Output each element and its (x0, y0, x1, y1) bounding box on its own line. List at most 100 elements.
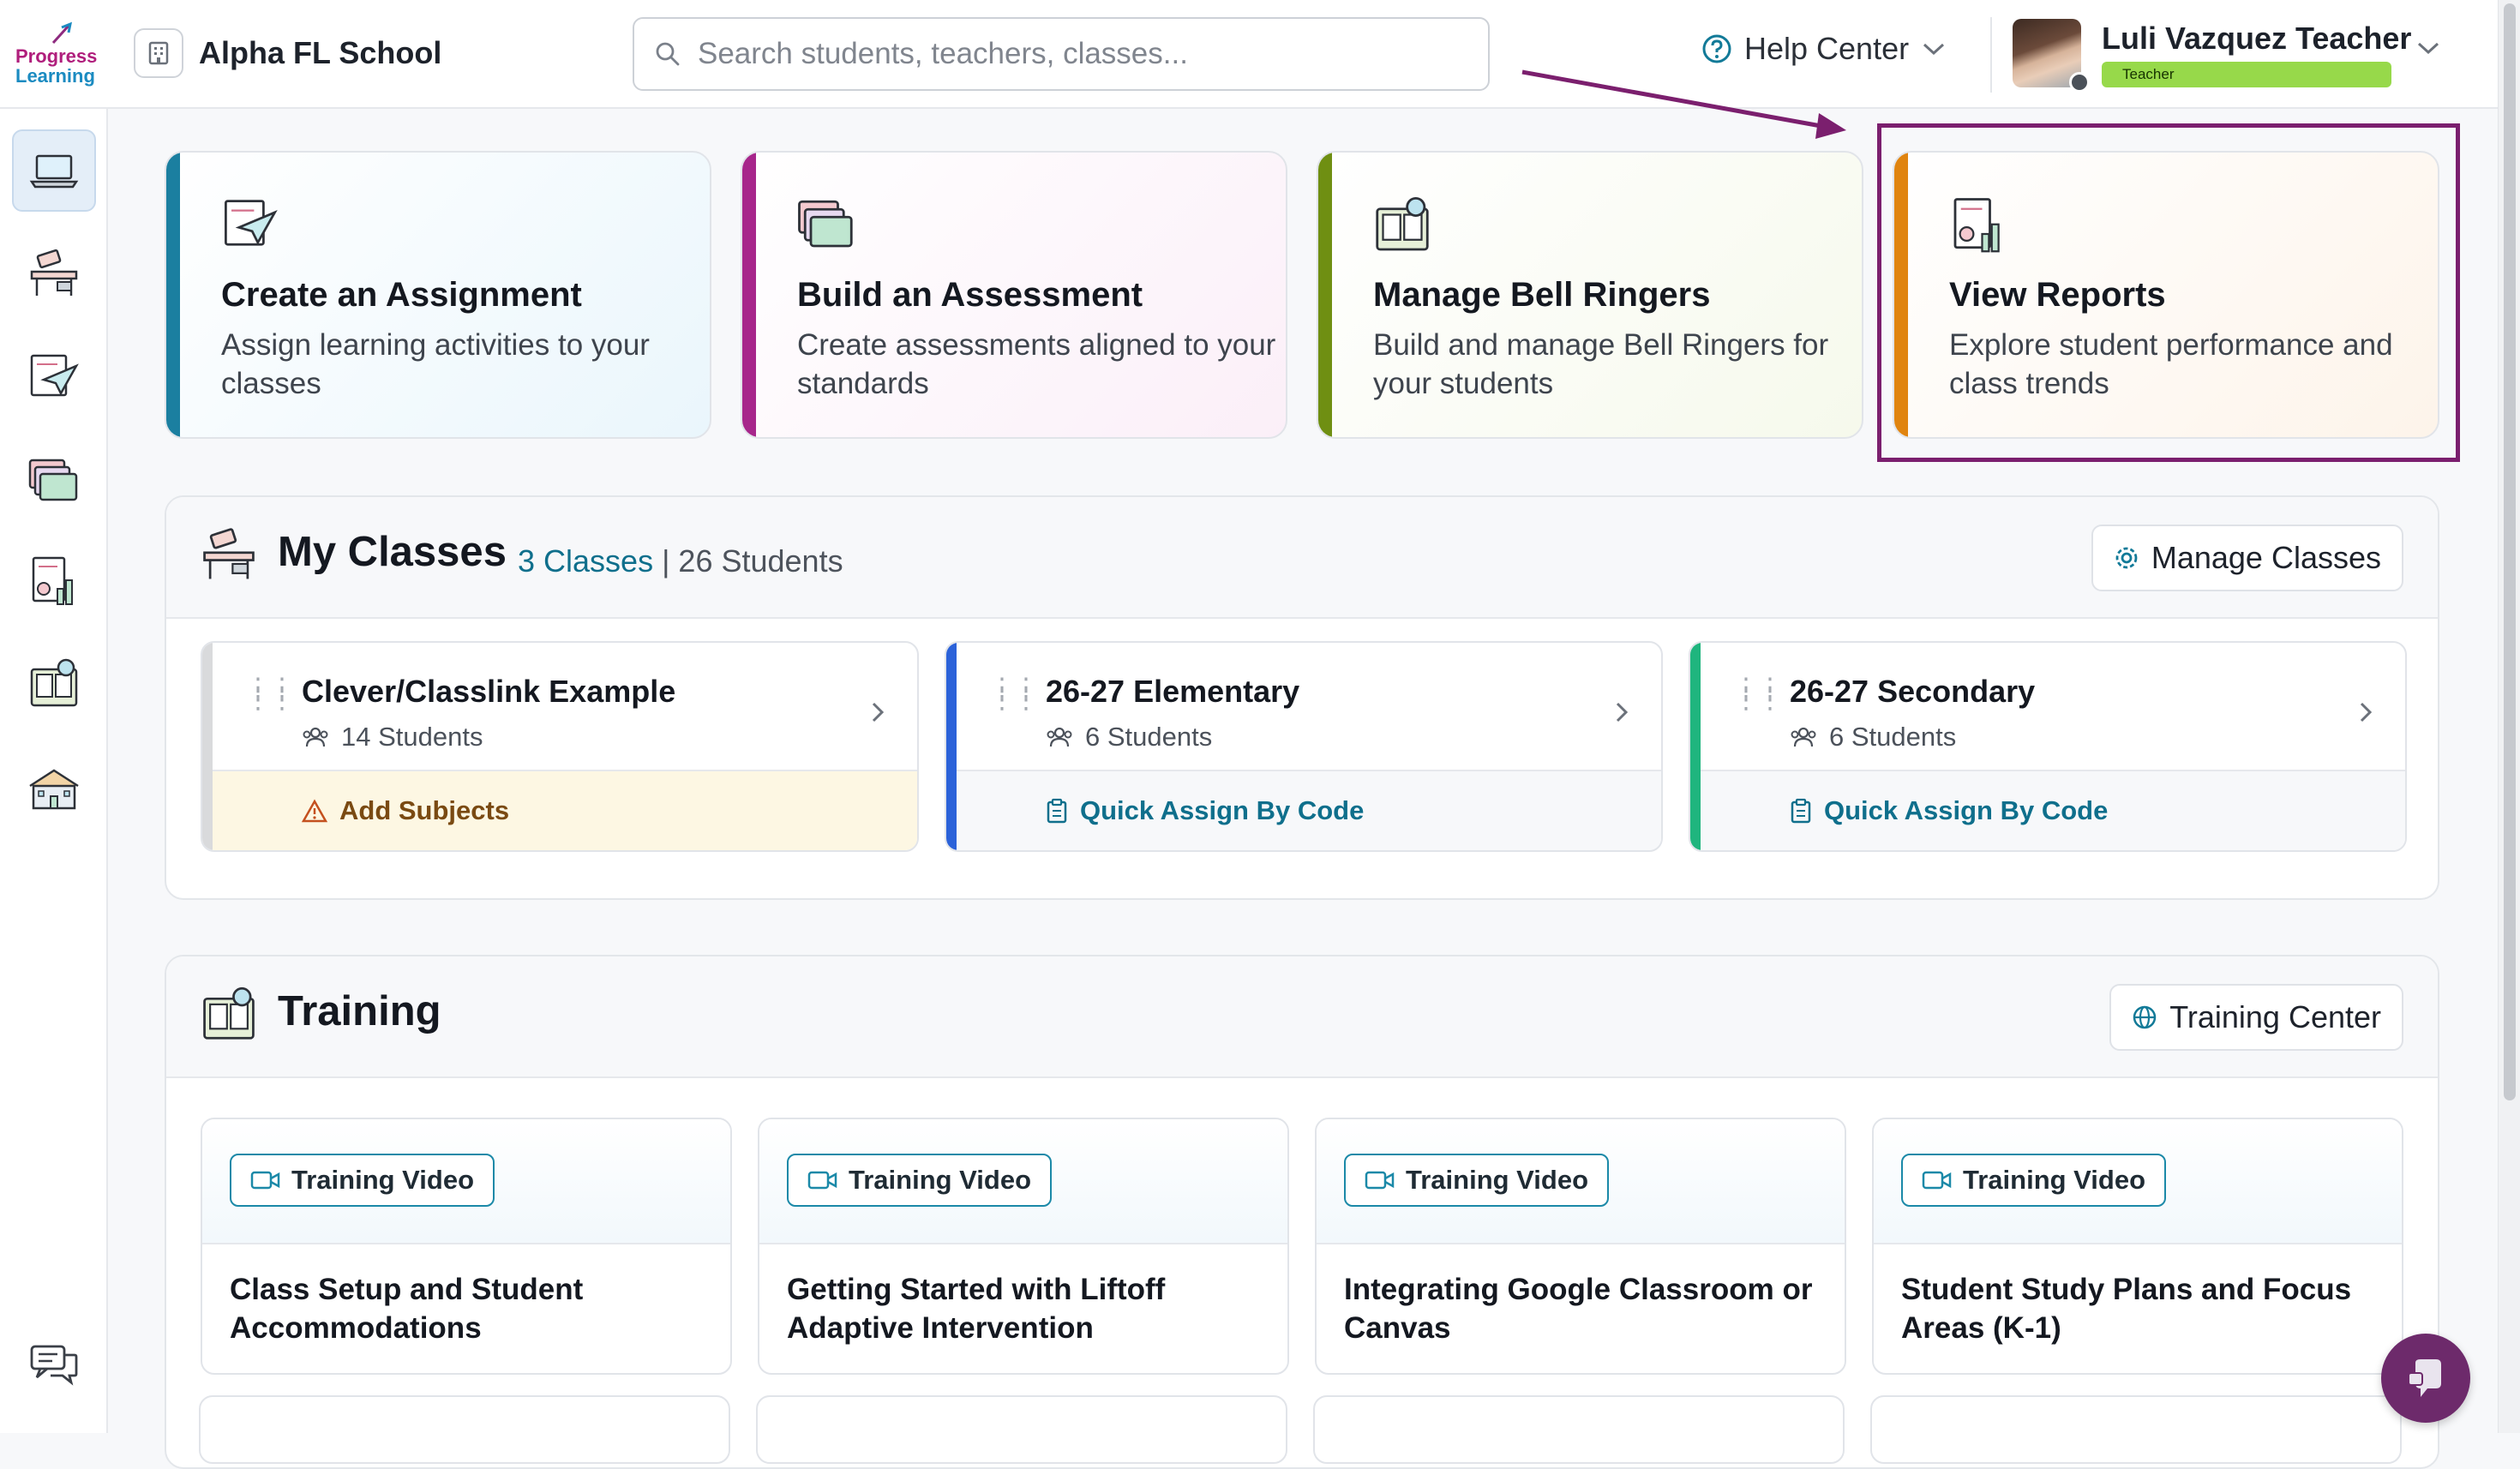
class-students: 6 Students (1046, 722, 1212, 752)
training-video-card[interactable]: Training Video Getting Started with Lift… (758, 1118, 1289, 1375)
training-video-card[interactable] (1313, 1395, 1845, 1464)
drag-handle-icon[interactable]: ⋮⋮ ⋮⋮ (1733, 675, 1783, 713)
user-name: Luli Vazquez Teacher (2102, 21, 2412, 56)
training-video-badge: Training Video (230, 1154, 495, 1207)
drag-handle-icon[interactable]: ⋮⋮ ⋮⋮ (989, 675, 1039, 713)
user-menu[interactable]: Luli Vazquez Teacher Teacher (2013, 19, 2458, 93)
card-title: Create an Assignment (221, 276, 582, 314)
card-accent (166, 153, 180, 437)
laptop-icon (29, 154, 79, 189)
sidebar-item-assessments[interactable] (12, 438, 96, 520)
sidebar-item-school[interactable] (12, 746, 96, 829)
school-building-icon (29, 769, 79, 810)
header-divider (1990, 17, 1992, 93)
training-center-label: Training Center (2169, 999, 2381, 1034)
report-chart-icon (32, 556, 73, 605)
avatar-status-icon (2069, 72, 2090, 93)
training-video-badge: Training Video (1344, 1154, 1610, 1207)
quick-assign-label: Quick Assign By Code (1080, 795, 1365, 825)
folders-icon (28, 459, 78, 501)
desk-icon (30, 249, 78, 296)
training-video-card[interactable] (756, 1395, 1287, 1464)
gear-icon (2115, 547, 2138, 569)
chevron-down-icon (2417, 42, 2439, 55)
classes-count-link[interactable]: 3 Classes (518, 543, 653, 579)
help-center-menu[interactable]: Help Center (1701, 31, 1947, 67)
sidebar-item-classes[interactable] (12, 232, 96, 315)
scrollbar-thumb[interactable] (2504, 3, 2516, 1100)
students-count: | 26 Students (662, 543, 843, 579)
class-card[interactable]: ⋮⋮ ⋮⋮ 26-27 Elementary 6 Students Quick A… (945, 641, 1663, 852)
class-students: 6 Students (1790, 722, 1956, 752)
quick-assign-label: Quick Assign By Code (1824, 795, 2109, 825)
users-icon (1791, 727, 1816, 747)
training-title: Training (278, 988, 441, 1034)
training-video-card[interactable] (1870, 1395, 2402, 1464)
search-box[interactable] (633, 17, 1490, 91)
build-assessment-card[interactable]: Build an Assessment Create assessments a… (741, 151, 1287, 439)
page-scrollbar[interactable] (2498, 0, 2520, 1433)
training-header: Training Training Center (166, 956, 2438, 1078)
building-icon (134, 28, 183, 78)
training-panel: Training Training Center Training Video … (165, 955, 2439, 1469)
video-camera-icon (807, 1171, 837, 1190)
manage-classes-button[interactable]: Manage Classes (2091, 525, 2403, 591)
training-video-card[interactable]: Training Video Class Setup and Student A… (201, 1118, 732, 1375)
help-center-label: Help Center (1744, 31, 1910, 66)
training-video-badge: Training Video (787, 1154, 1053, 1207)
chevron-down-icon (1923, 43, 1945, 56)
user-role-badge: Teacher (2102, 62, 2391, 87)
paper-plane-icon (30, 354, 79, 397)
clipboard-icon (1047, 798, 1067, 824)
chevron-right-icon (2360, 702, 2373, 723)
sidebar-item-training[interactable] (12, 644, 96, 726)
class-students-count: 14 Students (341, 722, 483, 752)
quick-assign-button[interactable]: Quick Assign By Code (1701, 770, 2405, 850)
logo-swoosh-icon (51, 21, 73, 45)
card-title: Build an Assessment (797, 276, 1143, 314)
quick-assign-button[interactable]: Quick Assign By Code (957, 770, 1661, 850)
paper-plane-icon (225, 200, 278, 246)
sidebar-item-reports[interactable] (12, 541, 96, 623)
my-classes-header: My Classes 3 Classes | 26 Students Manag… (166, 497, 2438, 619)
card-description: Create assessments aligned to your stand… (797, 328, 1276, 400)
card-description: Assign learning activities to your class… (221, 328, 650, 400)
sidebar-item-assignments[interactable] (12, 335, 96, 417)
folders-icon (798, 200, 853, 248)
progress-learning-logo[interactable]: Progress Learning (15, 21, 103, 89)
manage-bell-ringers-card[interactable]: Manage Bell Ringers Build and manage Bel… (1317, 151, 1863, 439)
create-assignment-card[interactable]: Create an Assignment Assign learning act… (165, 151, 711, 439)
training-video-card[interactable]: Training Video Integrating Google Classr… (1315, 1118, 1846, 1375)
drag-handle-icon[interactable]: ⋮⋮ ⋮⋮ (245, 675, 295, 713)
training-video-title: Class Setup and Student Accommodations (230, 1273, 584, 1345)
logo-text-learning: Learning (15, 65, 95, 87)
users-icon (303, 727, 328, 747)
school-selector[interactable]: Alpha FL School (134, 27, 441, 80)
logo-text-progress: Progress (15, 45, 98, 67)
class-name: 26-27 Elementary (1046, 674, 1300, 709)
video-camera-icon (250, 1171, 280, 1190)
sidebar-item-dashboard[interactable] (12, 129, 96, 212)
search-icon (656, 42, 680, 66)
warning-icon (302, 799, 327, 823)
desk-icon (203, 528, 255, 579)
sidebar (0, 109, 108, 1433)
training-video-card[interactable] (199, 1395, 730, 1464)
add-subjects-button[interactable]: Add Subjects (213, 770, 917, 850)
manage-classes-label: Manage Classes (2151, 540, 2381, 575)
add-subjects-label: Add Subjects (339, 795, 510, 825)
class-students: 14 Students (302, 722, 483, 752)
search-input[interactable] (698, 37, 1435, 71)
card-description: Build and manage Bell Ringers for your s… (1373, 328, 1829, 400)
training-center-button[interactable]: Training Center (2109, 984, 2403, 1051)
support-chat-button[interactable] (2381, 1334, 2470, 1423)
class-name: 26-27 Secondary (1790, 674, 2036, 709)
class-students-count: 6 Students (1829, 722, 1957, 752)
training-video-card[interactable]: Training Video Student Study Plans and F… (1872, 1118, 2403, 1375)
training-book-icon (1376, 196, 1429, 251)
chevron-right-icon (1616, 702, 1629, 723)
class-card[interactable]: ⋮⋮ ⋮⋮ Clever/Classlink Example 14 Student… (201, 641, 919, 852)
sidebar-item-feedback[interactable] (12, 1324, 96, 1406)
class-card[interactable]: ⋮⋮ ⋮⋮ 26-27 Secondary 6 Students Quick As… (1689, 641, 2407, 852)
chevron-right-icon (872, 702, 885, 723)
